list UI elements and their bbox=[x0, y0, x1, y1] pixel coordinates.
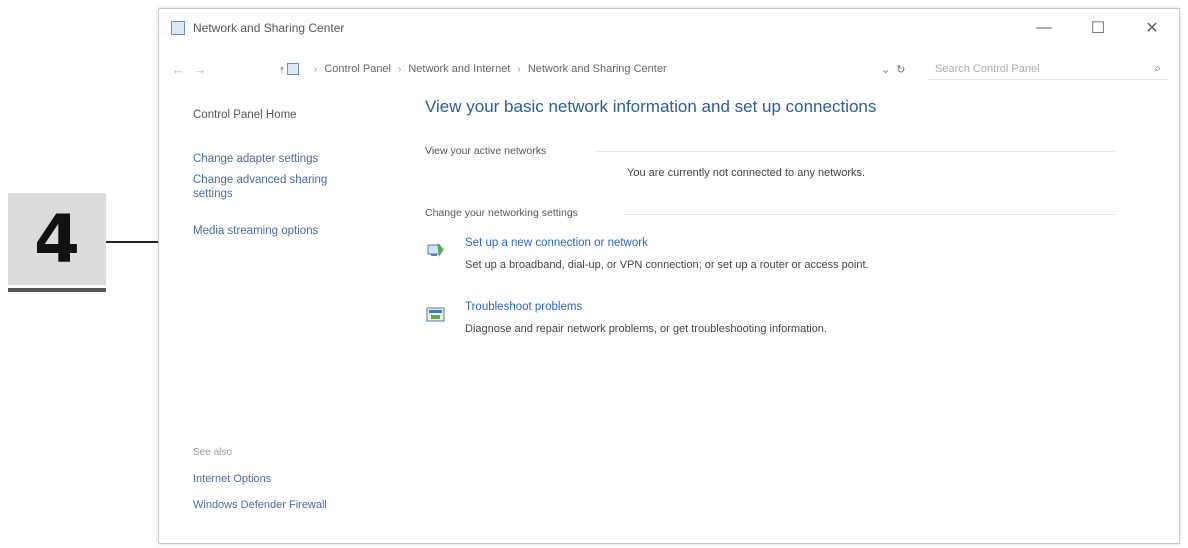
divider bbox=[625, 214, 1115, 215]
active-networks-label: View your active networks bbox=[425, 145, 547, 157]
network-setup-icon bbox=[427, 243, 444, 257]
troubleshoot-description: Diagnose and repair network problems, or… bbox=[465, 323, 827, 335]
breadcrumb[interactable]: › Control Panel › Network and Internet ›… bbox=[287, 58, 907, 80]
title-bar[interactable]: Network and Sharing Center — ☐ ✕ bbox=[159, 9, 1179, 47]
windows-defender-firewall-link[interactable]: Windows Defender Firewall bbox=[193, 499, 327, 511]
chevron-right-icon[interactable]: › bbox=[398, 64, 401, 75]
maximize-button[interactable]: ☐ bbox=[1071, 9, 1125, 47]
back-button[interactable]: ← bbox=[167, 62, 189, 77]
address-bar: ← → ↑ › Control Panel › Network and Inte… bbox=[159, 54, 1179, 84]
close-button[interactable]: ✕ bbox=[1125, 9, 1179, 47]
troubleshoot-link[interactable]: Troubleshoot problems bbox=[465, 301, 582, 313]
forward-button[interactable]: → bbox=[189, 62, 211, 77]
search-input[interactable]: Search Control Panel ⌕ bbox=[929, 58, 1167, 80]
window-title: Network and Sharing Center bbox=[193, 21, 345, 35]
not-connected-status: You are currently not connected to any n… bbox=[627, 167, 866, 179]
new-connection-link[interactable]: Set up a new connection or network bbox=[465, 237, 648, 249]
network-sharing-window: Network and Sharing Center — ☐ ✕ ← → ↑ ›… bbox=[158, 8, 1180, 544]
chevron-right-icon[interactable]: › bbox=[517, 64, 520, 75]
refresh-icon[interactable]: ↻ bbox=[896, 63, 905, 76]
change-advanced-sharing-link[interactable]: Change advanced sharing settings bbox=[193, 173, 363, 201]
callout-underline bbox=[8, 288, 106, 292]
breadcrumb-network-sharing[interactable]: Network and Sharing Center bbox=[528, 63, 667, 75]
control-panel-home-link[interactable]: Control Panel Home bbox=[193, 109, 297, 121]
chevron-right-icon[interactable]: › bbox=[314, 64, 317, 75]
page-title: View your basic network information and … bbox=[425, 97, 877, 116]
internet-options-link[interactable]: Internet Options bbox=[193, 473, 271, 485]
minimize-button[interactable]: — bbox=[1017, 9, 1071, 47]
breadcrumb-network-internet[interactable]: Network and Internet bbox=[408, 63, 510, 75]
control-panel-icon bbox=[287, 63, 299, 75]
change-adapter-settings-link[interactable]: Change adapter settings bbox=[193, 153, 318, 165]
step-number: 4 bbox=[34, 200, 80, 278]
address-dropdown-icon[interactable]: ⌄ bbox=[881, 63, 890, 76]
search-icon[interactable]: ⌕ bbox=[1154, 61, 1161, 76]
divider bbox=[595, 151, 1115, 152]
search-placeholder: Search Control Panel bbox=[935, 62, 1040, 75]
breadcrumb-control-panel[interactable]: Control Panel bbox=[324, 63, 391, 75]
step-callout: 4 bbox=[8, 193, 106, 285]
new-connection-description: Set up a broadband, dial-up, or VPN conn… bbox=[465, 259, 869, 271]
see-also-heading: See also bbox=[193, 447, 232, 458]
change-settings-label: Change your networking settings bbox=[425, 207, 578, 219]
network-center-icon bbox=[171, 21, 185, 35]
troubleshoot-icon bbox=[426, 307, 445, 322]
media-streaming-options-link[interactable]: Media streaming options bbox=[193, 225, 318, 237]
